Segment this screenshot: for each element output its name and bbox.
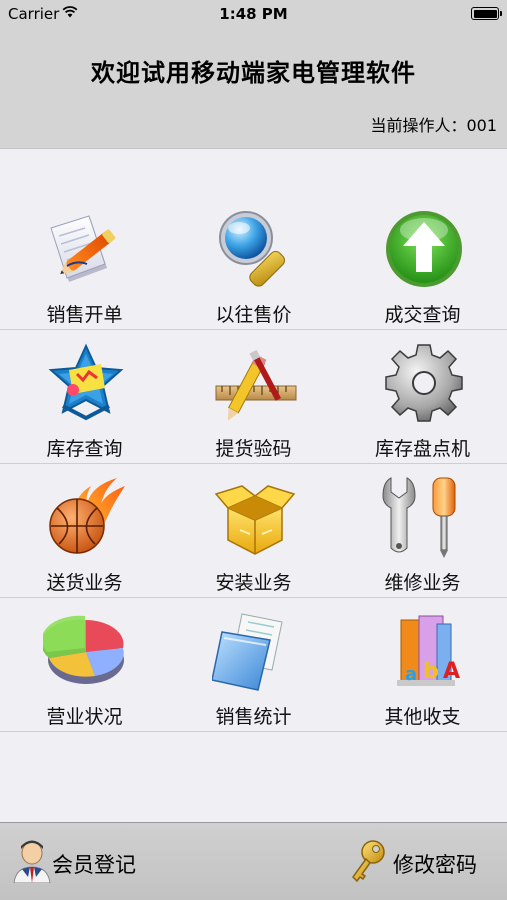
menu-item-label: 提货验码	[215, 438, 292, 460]
menu-item-label: 安装业务	[215, 572, 292, 594]
documents-icon	[212, 613, 283, 691]
menu-item-business-status[interactable]: 营业状况	[0, 598, 169, 732]
member-register-label: 会员登记	[52, 853, 136, 877]
bottom-toolbar: 会员登记 修改密码	[0, 822, 507, 900]
menu-item-inventory-query[interactable]: 库存查询	[0, 330, 169, 464]
current-operator: 当前操作人：001	[370, 116, 497, 135]
key-icon	[352, 840, 385, 883]
menu-item-sales-order[interactable]: 销售开单	[0, 196, 169, 330]
status-time: 1:48 PM	[219, 5, 288, 23]
menu-row: 送货业务 安装业务 维修业务	[0, 464, 507, 598]
status-bar: Carrier 1:48 PM	[0, 0, 507, 28]
menu-item-deal-query[interactable]: 成交查询	[338, 196, 507, 330]
menu-row: 营业状况 销售统计 a b A 其他收支	[0, 598, 507, 732]
sales-order-icon	[50, 215, 116, 282]
books-icon: a b A	[397, 615, 460, 686]
menu-item-label: 营业状况	[46, 706, 123, 728]
up-arrow-icon	[386, 211, 462, 287]
menu-item-label: 库存盘点机	[374, 438, 470, 460]
fire-basketball-icon	[49, 478, 125, 554]
change-password-label: 修改密码	[393, 853, 477, 877]
menu-row: 销售开单 以往售价 成交查询	[0, 196, 507, 330]
menu-item-label: 成交查询	[384, 304, 461, 326]
menu-item-label: 销售开单	[46, 304, 123, 326]
gear-icon	[385, 344, 463, 422]
menu-item-installation[interactable]: 安装业务	[169, 464, 338, 598]
menu-item-label: 维修业务	[384, 572, 461, 594]
svg-text:a: a	[405, 664, 417, 685]
member-register-button[interactable]: 会员登记	[0, 823, 200, 900]
pie-chart-icon	[43, 615, 124, 684]
menu-item-stocktake-machine[interactable]: 库存盘点机	[338, 330, 507, 464]
wrench-screwdriver-icon	[382, 477, 456, 558]
menu-item-label: 送货业务	[46, 572, 123, 594]
change-password-button[interactable]: 修改密码	[307, 823, 507, 900]
menu-item-label: 其他收支	[384, 706, 461, 728]
user-icon	[13, 840, 51, 883]
battery-icon	[471, 7, 502, 20]
star-box-icon	[48, 343, 124, 421]
open-box-icon	[214, 485, 296, 555]
pencil-ruler-icon	[215, 349, 297, 421]
menu-item-delivery[interactable]: 送货业务	[0, 464, 169, 598]
menu-item-repair[interactable]: 维修业务	[338, 464, 507, 598]
menu-grid: 销售开单 以往售价 成交查询 库存查询 提货验码 库存盘点机 送货业务 安装业务…	[0, 196, 507, 732]
menu-item-pickup-verify[interactable]: 提货验码	[169, 330, 338, 464]
menu-item-other-income-expense[interactable]: a b A 其他收支	[338, 598, 507, 732]
menu-item-label: 销售统计	[215, 706, 292, 728]
svg-text:A: A	[443, 659, 460, 684]
magnifier-icon	[219, 211, 285, 287]
header: 欢迎试用移动端家电管理软件 当前操作人：001	[0, 28, 507, 149]
menu-item-label: 库存查询	[46, 438, 123, 460]
menu-item-past-prices[interactable]: 以往售价	[169, 196, 338, 330]
menu-row: 库存查询 提货验码 库存盘点机	[0, 330, 507, 464]
menu-item-label: 以往售价	[215, 304, 292, 326]
page-title: 欢迎试用移动端家电管理软件	[91, 59, 416, 87]
menu-item-sales-statistics[interactable]: 销售统计	[169, 598, 338, 732]
svg-text:b: b	[423, 659, 439, 684]
